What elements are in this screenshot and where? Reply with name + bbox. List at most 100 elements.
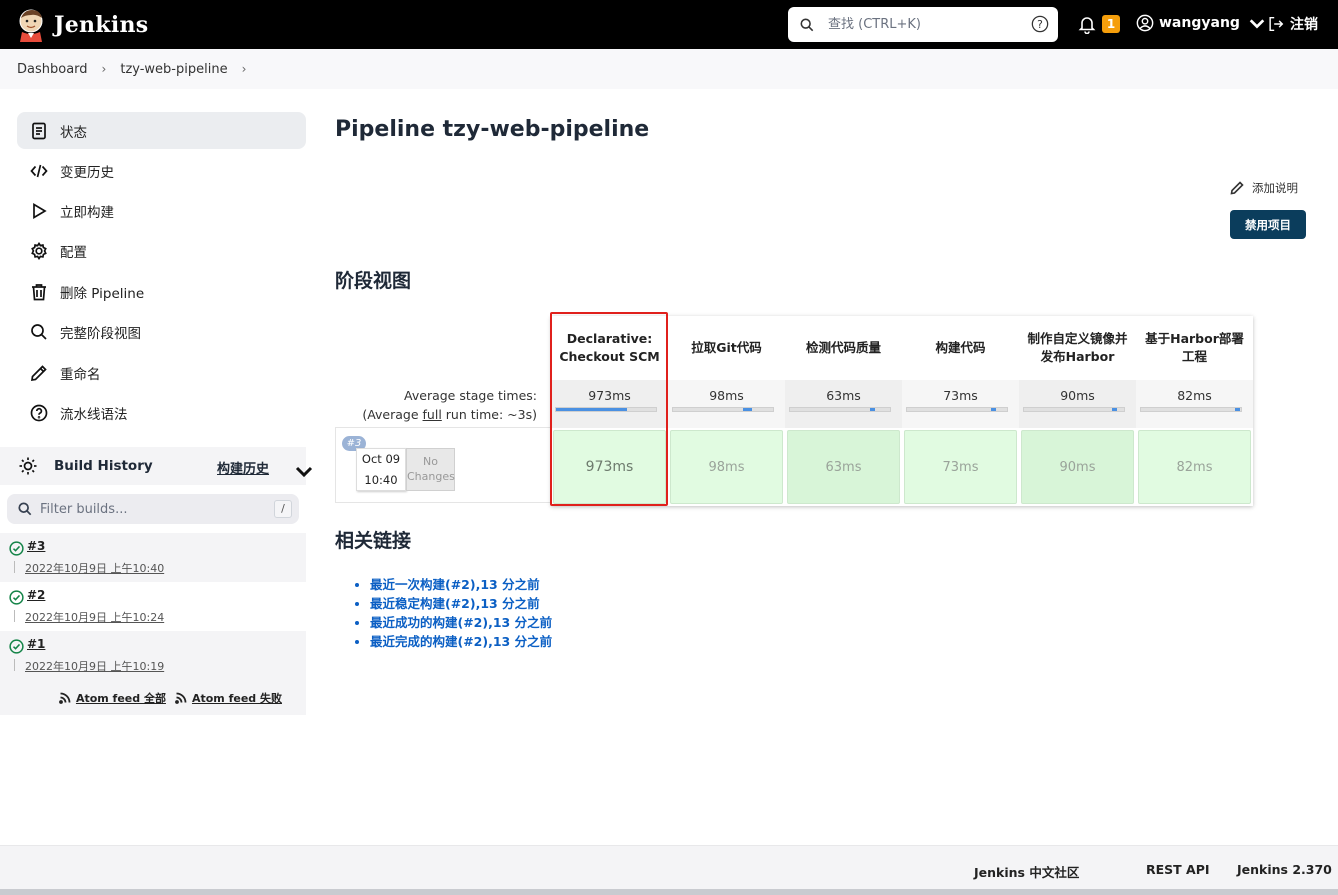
build-row[interactable]: #3 2022年10月9日 上午10:40 xyxy=(0,533,306,582)
add-description-link[interactable]: 添加说明 xyxy=(1230,180,1298,196)
build-number-link[interactable]: #3 xyxy=(27,539,45,553)
breadcrumb: Dashboard › tzy-web-pipeline › xyxy=(0,49,1338,89)
user-menu[interactable]: wangyang xyxy=(1136,14,1271,32)
sidebar-item-configure[interactable]: 配置 xyxy=(17,232,306,269)
stage-progress-bar xyxy=(789,407,891,412)
related-links-list: 最近一次构建(#2),13 分之前 最近稳定构建(#2),13 分之前 最近成功… xyxy=(357,575,552,651)
logout-icon xyxy=(1269,16,1284,32)
app-title: Jenkins xyxy=(54,11,149,38)
sidebar-item-build-now[interactable]: 立即构建 xyxy=(17,192,306,229)
stage-header: 基于Harbor部署工程 xyxy=(1145,331,1244,364)
page-title: Pipeline tzy-web-pipeline xyxy=(335,117,650,142)
stage-view-table: Declarative: Checkout SCM 973ms 973ms 拉取… xyxy=(551,316,1253,506)
build-number-link[interactable]: #2 xyxy=(27,588,45,602)
build-date-link[interactable]: 2022年10月9日 上午10:19 xyxy=(25,658,164,674)
related-link[interactable]: 最近一次构建(#2),13 分之前 xyxy=(370,577,540,592)
rss-icon xyxy=(175,692,187,704)
stage-progress-bar xyxy=(1023,407,1125,412)
stage-average: 90ms xyxy=(1019,380,1136,428)
stage-column: 拉取Git代码 98ms 98ms xyxy=(668,316,785,506)
search-icon xyxy=(18,502,32,516)
code-icon xyxy=(30,164,48,177)
stage-view-title: 阶段视图 xyxy=(335,270,412,292)
atom-feed-all-label: Atom feed 全部 xyxy=(75,691,166,705)
related-link[interactable]: 最近稳定构建(#2),13 分之前 xyxy=(370,596,540,611)
stage-average: 98ms xyxy=(668,380,785,428)
breadcrumb-chevron-icon[interactable]: › xyxy=(242,62,247,76)
stage-run-cell[interactable]: 82ms xyxy=(1138,430,1251,504)
sidebar-item-delete-pipeline[interactable]: 删除 Pipeline xyxy=(17,273,306,310)
build-filter[interactable]: / xyxy=(7,494,299,524)
build-history-trend-link[interactable]: 构建历史 xyxy=(217,458,269,477)
notifications-bell-icon[interactable] xyxy=(1077,14,1097,34)
stage-header: 构建代码 xyxy=(935,340,986,355)
stage-run-cell[interactable]: 973ms xyxy=(553,430,666,504)
success-check-icon xyxy=(9,541,24,556)
build-date-card[interactable]: Oct 09 10:40 xyxy=(356,448,406,491)
average-run-time-suffix: run time: ~3s) xyxy=(441,407,537,422)
shortcut-key: / xyxy=(274,500,292,518)
success-check-icon xyxy=(9,590,24,605)
stage-run-cell[interactable]: 63ms xyxy=(787,430,900,504)
list-item: 最近成功的构建(#2),13 分之前 xyxy=(370,613,552,632)
stage-run-cell[interactable]: 90ms xyxy=(1021,430,1134,504)
atom-feed-failed-link[interactable]: Atom feed 失败 xyxy=(175,690,282,706)
build-date-link[interactable]: 2022年10月9日 上午10:24 xyxy=(25,609,164,625)
sidebar-item-label: 配置 xyxy=(60,244,87,261)
document-icon xyxy=(32,122,46,139)
stage-run-cell[interactable]: 73ms xyxy=(904,430,1017,504)
stage-header: Declarative: Checkout SCM xyxy=(559,331,660,364)
disable-project-button[interactable]: 禁用项目 xyxy=(1230,210,1306,239)
build-date-link[interactable]: 2022年10月9日 上午10:40 xyxy=(25,560,164,576)
footer: Jenkins 中文社区 REST API Jenkins 2.370 xyxy=(0,845,1338,892)
jenkins-home-link[interactable]: Jenkins xyxy=(16,8,148,42)
no-changes-card[interactable]: No Changes xyxy=(406,448,455,491)
stage-progress-bar xyxy=(1140,407,1242,412)
average-stage-times-label: Average stage times: xyxy=(404,388,537,403)
search-input[interactable] xyxy=(828,17,1018,32)
full-run-time-link[interactable]: full xyxy=(423,407,442,422)
stage-average: 82ms xyxy=(1136,380,1253,428)
related-link[interactable]: 最近完成的构建(#2),13 分之前 xyxy=(370,634,552,649)
stage-average: 973ms xyxy=(551,380,668,428)
breadcrumb-dashboard[interactable]: Dashboard xyxy=(17,62,88,77)
sidebar-item-full-stage-view[interactable]: 完整阶段视图 xyxy=(17,313,306,350)
gear-icon xyxy=(31,241,47,260)
footer-rest-api-link[interactable]: REST API xyxy=(1146,862,1210,877)
stage-run-cell[interactable]: 98ms xyxy=(670,430,783,504)
build-row[interactable]: #1 2022年10月9日 上午10:19 xyxy=(0,631,306,680)
top-header: Jenkins ? 1 wangyang 注销 xyxy=(0,0,1338,49)
build-row[interactable]: #2 2022年10月9日 上午10:24 xyxy=(0,582,306,631)
build-number-link[interactable]: #1 xyxy=(27,637,45,651)
search-box[interactable]: ? xyxy=(788,7,1058,42)
build-filter-input[interactable] xyxy=(40,501,260,517)
atom-feed-failed-label: Atom feed 失败 xyxy=(191,691,282,705)
stage-column: Declarative: Checkout SCM 973ms 973ms xyxy=(551,316,668,506)
sidebar-item-label: 完整阶段视图 xyxy=(60,325,141,342)
chevron-down-icon[interactable] xyxy=(294,461,314,481)
pencil-icon xyxy=(30,364,47,381)
breadcrumb-pipeline[interactable]: tzy-web-pipeline xyxy=(120,62,227,77)
sidebar-item-rename[interactable]: 重命名 xyxy=(17,354,306,391)
user-name: wangyang xyxy=(1159,15,1240,31)
stage-average-time: 73ms xyxy=(943,388,978,403)
sidebar-item-status[interactable]: 状态 xyxy=(17,112,306,149)
sidebar-item-changes[interactable]: 变更历史 xyxy=(17,152,306,189)
stage-header: 拉取Git代码 xyxy=(691,340,762,355)
stage-average: 73ms xyxy=(902,380,1019,428)
average-run-time-label: (Average full run time: ~3s) xyxy=(340,405,537,425)
stage-column: 基于Harbor部署工程 82ms 82ms xyxy=(1136,316,1253,506)
help-icon[interactable]: ? xyxy=(1031,15,1049,33)
atom-feed-all-link[interactable]: Atom feed 全部 xyxy=(59,690,166,706)
stage-progress-fill xyxy=(743,408,752,411)
divider xyxy=(14,561,15,573)
divider xyxy=(14,610,15,622)
sidebar-item-pipeline-syntax[interactable]: 流水线语法 xyxy=(17,394,306,431)
footer-community-link[interactable]: Jenkins 中文社区 xyxy=(974,862,1079,881)
related-link[interactable]: 最近成功的构建(#2),13 分之前 xyxy=(370,615,552,630)
logout-link[interactable]: 注销 xyxy=(1267,14,1318,34)
notifications-badge[interactable]: 1 xyxy=(1102,15,1120,33)
footer-version-link[interactable]: Jenkins 2.370 xyxy=(1237,862,1332,877)
breadcrumb-chevron-icon[interactable]: › xyxy=(102,62,107,76)
build-history-header: Build History 构建历史 xyxy=(0,447,313,485)
